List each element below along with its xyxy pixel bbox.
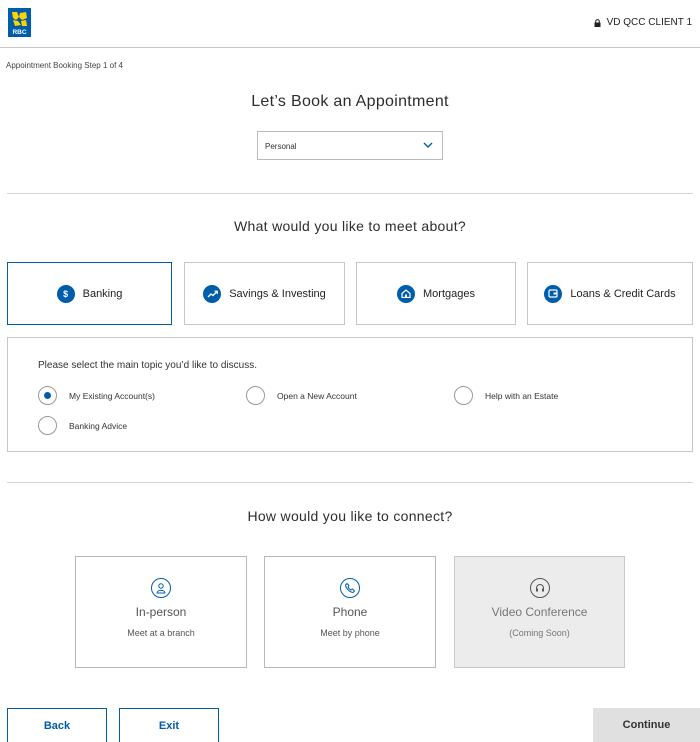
svg-text:RBC: RBC: [12, 29, 26, 36]
topic-label: Loans & Credit Cards: [570, 287, 676, 300]
connect-video-conference: Video Conference (Coming Soon): [454, 556, 625, 668]
connect-title: Video Conference: [491, 605, 588, 619]
chevron-down-icon: [423, 142, 433, 148]
lock-icon: [594, 18, 601, 27]
subtopic-prompt: Please select the main topic you’d like …: [38, 360, 257, 371]
connect-title: Phone: [332, 605, 368, 619]
subtopic-panel: Please select the main topic you’d like …: [7, 337, 693, 452]
connect-phone[interactable]: Phone Meet by phone: [264, 556, 436, 668]
radio-open-new-account[interactable]: Open a New Account: [246, 386, 357, 405]
topic-mortgages[interactable]: Mortgages: [356, 262, 516, 325]
connect-title: In-person: [135, 605, 187, 619]
page-title: Let’s Book an Appointment: [251, 93, 449, 110]
section-divider: [7, 482, 693, 483]
person-icon: [151, 578, 171, 598]
signed-in-user[interactable]: VD QCC CLIENT 1: [594, 17, 692, 28]
user-name: VD QCC CLIENT 1: [606, 17, 692, 28]
radio-label: Help with an Estate: [485, 390, 559, 401]
top-header: RBC VD QCC CLIENT 1: [0, 0, 700, 48]
connect-in-person[interactable]: In-person Meet at a branch: [75, 556, 247, 668]
exit-button[interactable]: Exit: [119, 708, 219, 742]
topic-banking[interactable]: $ Banking: [7, 262, 172, 325]
continue-button[interactable]: Continue: [593, 708, 700, 742]
phone-icon: [340, 578, 360, 598]
topic-loans-credit-cards[interactable]: Loans & Credit Cards: [527, 262, 693, 325]
radio-circle[interactable]: [38, 386, 57, 405]
topic-label: Savings & Investing: [229, 287, 326, 300]
radio-banking-advice[interactable]: Banking Advice: [38, 416, 127, 435]
radio-label: Banking Advice: [69, 420, 128, 431]
topics-heading: What would you like to meet about?: [234, 218, 466, 234]
radio-help-with-estate[interactable]: Help with an Estate: [454, 386, 558, 405]
section-divider: [7, 193, 693, 194]
connect-heading: How would you like to connect?: [247, 508, 453, 524]
appointment-type-select[interactable]: Personal: [257, 131, 443, 160]
house-icon: [397, 284, 415, 303]
dollar-icon: $: [56, 284, 75, 303]
headset-icon: [530, 578, 550, 598]
back-button[interactable]: Back: [7, 708, 107, 742]
topic-label: Mortgages: [423, 287, 475, 300]
step-indicator: Appointment Booking Step 1 of 4: [6, 61, 123, 70]
rbc-logo[interactable]: RBC: [8, 8, 31, 37]
radio-circle[interactable]: [246, 386, 265, 405]
card-icon: [544, 284, 563, 303]
radio-label: My Existing Account(s): [69, 390, 155, 401]
topic-savings-investing[interactable]: Savings & Investing: [184, 262, 345, 325]
radio-circle[interactable]: [454, 386, 473, 405]
radio-my-existing-accounts[interactable]: My Existing Account(s): [38, 386, 155, 405]
radio-label: Open a New Account: [277, 390, 357, 401]
radio-circle[interactable]: [38, 416, 57, 435]
connect-subtitle: Meet at a branch: [127, 628, 195, 638]
connect-subtitle: (Coming Soon): [509, 628, 570, 638]
appointment-type-value: Personal: [265, 142, 297, 151]
connect-subtitle: Meet by phone: [320, 628, 380, 638]
topic-label: Banking: [82, 287, 123, 300]
trend-up-icon: [203, 284, 222, 303]
